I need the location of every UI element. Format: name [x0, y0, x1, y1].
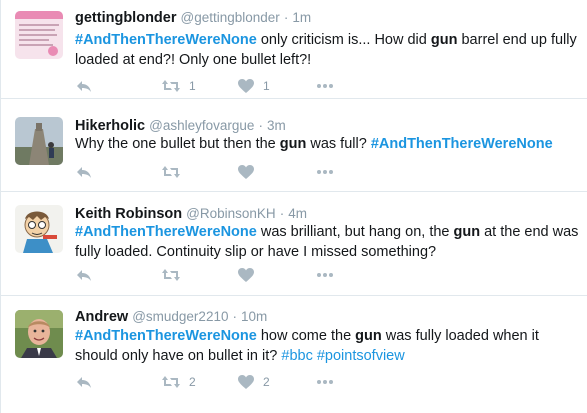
retweet-count: 2	[189, 375, 196, 389]
display-name[interactable]: Keith Robinson	[75, 206, 182, 222]
tweet-actions	[75, 162, 375, 182]
tweet-header: Keith Robinson @RobinsonKH · 4m	[75, 205, 307, 223]
reply-icon	[75, 374, 93, 390]
hashtag-link[interactable]: #AndThenThereWereNone	[75, 32, 257, 48]
tweet-header: Hikerholic @ashleyfovargue · 3m	[75, 117, 286, 135]
text-run: was full?	[306, 136, 371, 152]
timestamp[interactable]: 4m	[288, 206, 307, 221]
username[interactable]: @smudger2210	[132, 309, 228, 324]
separator-dot: ·	[258, 118, 263, 133]
reply-button[interactable]	[75, 265, 93, 285]
like-count: 2	[263, 375, 270, 389]
retweet-icon	[161, 78, 181, 94]
timeline: gettingblonder @gettingblonder · 1m #And…	[0, 0, 587, 413]
more-icon	[316, 379, 334, 385]
avatar[interactable]	[15, 310, 63, 358]
tweet-actions	[75, 265, 375, 285]
tweet-header: gettingblonder @gettingblonder · 1m	[75, 9, 311, 27]
text-run: Why the one bullet but then the	[75, 136, 280, 152]
avatar[interactable]	[15, 117, 63, 165]
like-icon	[237, 374, 255, 390]
avatar[interactable]	[15, 205, 63, 253]
more-icon	[316, 169, 334, 175]
more-button[interactable]	[316, 265, 334, 285]
like-button[interactable]	[237, 265, 263, 285]
hashtag-link[interactable]: #pointsofview	[317, 348, 405, 364]
username[interactable]: @RobinsonKH	[186, 206, 276, 221]
like-icon	[237, 164, 255, 180]
tweet-actions: 1 1	[75, 76, 375, 96]
search-keyword: gun	[453, 224, 481, 240]
like-button[interactable]: 1	[237, 76, 270, 96]
retweet-button[interactable]	[161, 265, 189, 285]
like-icon	[237, 267, 255, 283]
tweet-text: #AndThenThereWereNone was brilliant, but…	[75, 222, 580, 262]
hashtag-link[interactable]: #AndThenThereWereNone	[75, 224, 257, 240]
reply-icon	[75, 267, 93, 283]
reply-button[interactable]	[75, 372, 93, 392]
separator-dot: ·	[279, 206, 285, 221]
more-icon	[316, 272, 334, 278]
search-keyword: gun	[355, 328, 382, 344]
tweet[interactable]: Andrew @smudger2210 · 10m #AndThenThereW…	[1, 297, 587, 413]
reply-button[interactable]	[75, 76, 93, 96]
like-icon	[237, 78, 255, 94]
retweet-button[interactable]: 1	[161, 76, 196, 96]
tweet[interactable]: Hikerholic @ashleyfovargue · 3m Why the …	[1, 100, 587, 192]
search-keyword: gun	[430, 32, 458, 48]
retweet-icon	[161, 374, 181, 390]
tweet-text: #AndThenThereWereNone how come the gun w…	[75, 326, 580, 366]
separator-dot: ·	[283, 10, 289, 25]
hashtag-link[interactable]: #AndThenThereWereNone	[371, 136, 553, 152]
search-keyword: gun	[279, 136, 307, 152]
tweet-actions: 2 2	[75, 372, 375, 392]
display-name[interactable]: Hikerholic	[75, 118, 145, 134]
like-button[interactable]: 2	[237, 372, 270, 392]
username[interactable]: @gettingblonder	[181, 10, 280, 25]
display-name[interactable]: Andrew	[75, 309, 128, 325]
timestamp[interactable]: 10m	[241, 309, 267, 324]
tweet-text: #AndThenThereWereNone only criticism is.…	[75, 30, 580, 70]
retweet-icon	[161, 164, 181, 180]
timestamp[interactable]: 3m	[267, 118, 286, 133]
more-button[interactable]	[316, 162, 334, 182]
like-button[interactable]	[237, 162, 263, 182]
tweet[interactable]: gettingblonder @gettingblonder · 1m #And…	[1, 0, 587, 99]
retweet-icon	[161, 267, 181, 283]
tweet[interactable]: Keith Robinson @RobinsonKH · 4m #AndThen…	[1, 193, 587, 296]
text-run: was brilliant, but hang on, the	[256, 224, 454, 240]
avatar[interactable]	[15, 11, 63, 59]
display-name[interactable]: gettingblonder	[75, 10, 177, 26]
username[interactable]: @ashleyfovargue	[149, 118, 254, 133]
hashtag-link[interactable]: #bbc	[281, 348, 312, 364]
retweet-count: 1	[189, 79, 196, 93]
like-count: 1	[263, 79, 270, 93]
tweet-text: Why the one bullet but then the gun was …	[75, 134, 580, 154]
reply-icon	[75, 164, 93, 180]
reply-icon	[75, 78, 93, 94]
tweet-header: Andrew @smudger2210 · 10m	[75, 308, 267, 326]
more-button[interactable]	[316, 372, 334, 392]
text-run: how come the	[256, 328, 356, 344]
retweet-button[interactable]	[161, 162, 189, 182]
reply-button[interactable]	[75, 162, 93, 182]
hashtag-link[interactable]: #AndThenThereWereNone	[75, 328, 257, 344]
retweet-button[interactable]: 2	[161, 372, 196, 392]
timestamp[interactable]: 1m	[292, 10, 311, 25]
separator-dot: ·	[232, 309, 238, 324]
more-button[interactable]	[316, 76, 334, 96]
more-icon	[316, 83, 334, 89]
text-run: only criticism is... How did	[256, 32, 431, 48]
